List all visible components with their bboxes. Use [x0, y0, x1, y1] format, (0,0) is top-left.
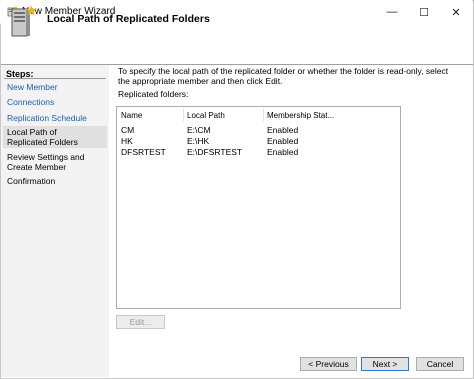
steps-divider	[4, 78, 106, 79]
instructions-text: To specify the local path of the replica…	[118, 66, 449, 86]
column-separator[interactable]	[263, 109, 264, 121]
step-connections[interactable]: Connections	[7, 97, 107, 108]
previous-button[interactable]: < Previous	[300, 357, 357, 371]
row-name: HK	[121, 136, 133, 146]
edit-button[interactable]: Edit...	[116, 315, 165, 329]
row-name: CM	[121, 125, 135, 135]
step-review-settings: Review Settings and Create Member	[7, 152, 85, 172]
column-header-membership-status[interactable]: Membership Stat...	[267, 111, 334, 120]
column-separator[interactable]	[183, 109, 184, 121]
replicated-folders-label: Replicated folders:	[118, 89, 189, 99]
cancel-button[interactable]: Cancel	[416, 357, 464, 371]
row-local-path: E:\DFSRTEST	[187, 147, 243, 157]
maximize-button[interactable]: ☐	[408, 0, 440, 24]
next-button[interactable]: Next >	[361, 357, 409, 371]
column-header-name[interactable]: Name	[121, 111, 142, 120]
column-header-local-path[interactable]: Local Path	[187, 111, 225, 120]
row-local-path: E:\HK	[187, 136, 210, 146]
step-local-path: Local Path of Replicated Folders	[7, 127, 78, 147]
wizard-header	[1, 24, 473, 64]
row-name: DFSRTEST	[121, 147, 166, 157]
row-local-path: E:\CM	[187, 125, 211, 135]
row-status: Enabled	[267, 147, 299, 157]
page-title: Local Path of Replicated Folders	[47, 13, 210, 25]
row-status: Enabled	[267, 136, 299, 146]
server-icon	[11, 5, 37, 37]
step-confirmation: Confirmation	[7, 176, 56, 186]
close-button[interactable]: ✕	[440, 0, 472, 24]
step-replication-schedule[interactable]: Replication Schedule	[7, 113, 107, 124]
row-status: Enabled	[267, 125, 299, 135]
step-new-member[interactable]: New Member	[7, 82, 107, 93]
steps-pane	[1, 65, 109, 377]
minimize-button[interactable]: —	[376, 0, 408, 24]
